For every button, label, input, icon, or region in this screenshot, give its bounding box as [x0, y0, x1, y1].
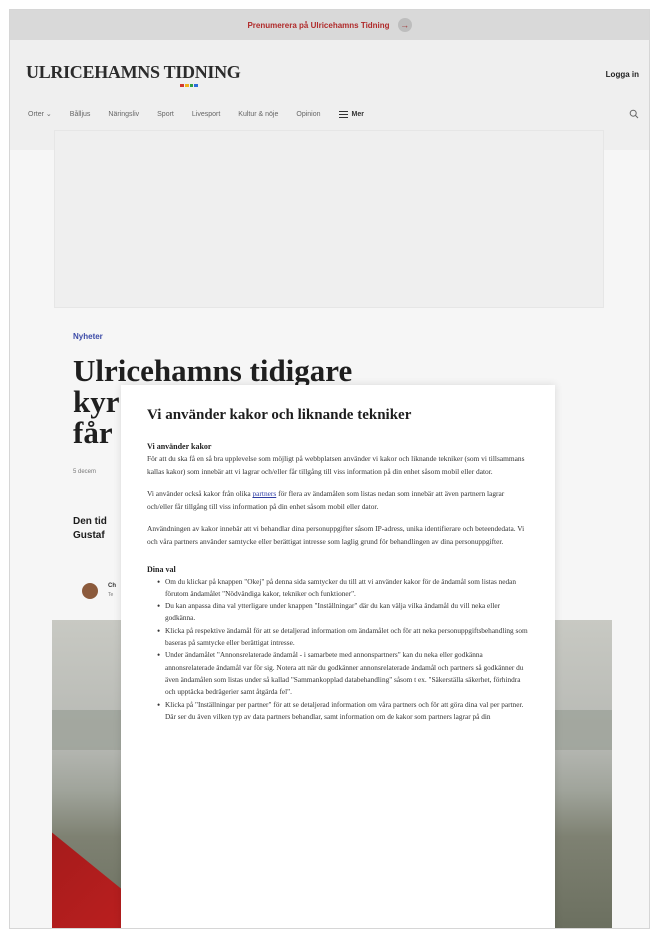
nav-item-naringsliv[interactable]: Näringsliv	[108, 111, 139, 118]
login-button[interactable]: Logga in	[606, 70, 639, 79]
list-item: Om du klickar på knappen "Okej" på denna…	[157, 576, 529, 601]
cookie-section-heading: Dina val	[147, 564, 176, 574]
nav-more-button[interactable]: Mer	[338, 110, 364, 118]
cookie-paragraph-partners: Vi använder också kakor från olika partn…	[147, 488, 529, 513]
main-nav: Orter ⌄ Bålljus Näringsliv Sport Livespo…	[28, 109, 639, 119]
hamburger-icon	[338, 110, 348, 118]
article-kicker[interactable]: Nyheter	[73, 332, 103, 341]
avatar[interactable]	[82, 583, 98, 599]
ad-placeholder	[54, 130, 604, 308]
partners-link[interactable]: partners	[252, 489, 276, 498]
nav-item-orter[interactable]: Orter ⌄	[28, 110, 52, 118]
nav-item-kultur-noje[interactable]: Kultur & nöje	[238, 111, 278, 118]
cookie-section-heading: Vi använder kakor	[147, 442, 212, 451]
list-item: Du kan anpassa dina val ytterligare unde…	[157, 600, 529, 625]
choices-list: Om du klickar på knappen "Okej" på denna…	[147, 576, 529, 724]
paragraph-text: Vi använder också kakor från olika	[147, 489, 253, 499]
nav-more-label: Mer	[351, 110, 364, 118]
nav-item-opinion[interactable]: Opinion	[296, 111, 320, 118]
nav-item-label: Orter	[28, 111, 44, 118]
cookie-dialog-title: Vi använder kakor och liknande tekniker	[147, 407, 412, 423]
chevron-down-icon: ⌄	[45, 111, 52, 118]
nav-item-balljus[interactable]: Bålljus	[70, 111, 91, 118]
cookie-paragraph: För att du ska få en så bra upplevelse s…	[147, 454, 525, 476]
lead-line: Den tid	[73, 516, 107, 527]
arrow-right-icon[interactable]: →	[397, 18, 412, 32]
article-lead: Den tid Gustaf	[73, 515, 107, 543]
list-item: Klicka på respektive ändamål för att se …	[157, 625, 529, 650]
browser-viewport: Prenumerera på Ulricehamns Tidning → ULR…	[9, 9, 650, 929]
list-item: Under ändamålet "Annonsrelaterade ändamå…	[157, 649, 529, 698]
cookie-consent-dialog: Vi använder kakor och liknande tekniker …	[121, 385, 555, 928]
author-title: Te	[108, 592, 114, 598]
cookie-paragraph: Användningen av kakor innebär att vi beh…	[147, 524, 525, 546]
headline-line: Ulricehamns tidigare	[73, 353, 353, 388]
nav-item-sport[interactable]: Sport	[157, 111, 174, 118]
list-item: Klicka på "Inställningar per partner" fö…	[157, 699, 529, 724]
subscribe-banner-text[interactable]: Prenumerera på Ulricehamns Tidning	[247, 21, 389, 30]
author-name[interactable]: Ch	[108, 583, 116, 589]
subscribe-banner[interactable]: Prenumerera på Ulricehamns Tidning →	[10, 10, 649, 40]
site-logo[interactable]: ULRICEHAMNS TIDNING	[26, 62, 241, 83]
nav-item-livesport[interactable]: Livesport	[192, 111, 220, 118]
lead-line: Gustaf	[73, 530, 105, 541]
article-date: 5 decem	[73, 469, 97, 475]
logo-color-bar	[180, 84, 198, 87]
search-icon[interactable]	[629, 109, 639, 119]
